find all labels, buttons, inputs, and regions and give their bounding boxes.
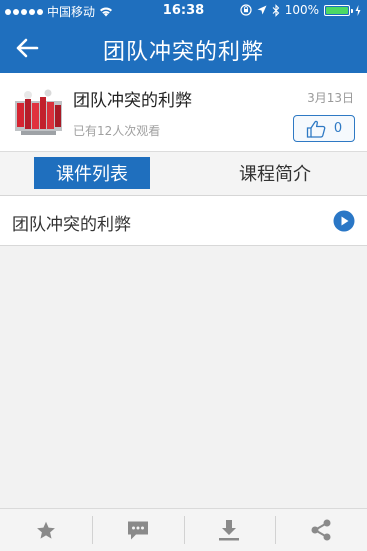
thumbs-up-icon <box>306 120 326 138</box>
star-icon <box>36 521 55 539</box>
download-button[interactable] <box>183 509 276 551</box>
bottom-toolbar <box>0 508 367 551</box>
page-title: 团队冲突的利弊 <box>102 40 264 65</box>
share-button[interactable] <box>275 509 367 551</box>
course-thumbnail-image <box>11 85 66 140</box>
course-info: 团队冲突的利弊 3月13日 已有12人次观看 0 <box>0 73 367 152</box>
course-views: 已有12人次观看 <box>73 124 161 138</box>
course-thumbnail <box>11 85 66 140</box>
rotation-lock-icon <box>240 4 252 16</box>
lesson-title: 团队冲突的利弊 <box>12 215 131 235</box>
download-icon <box>219 520 240 541</box>
tab-bar: 课件列表 课程简介 <box>0 152 367 196</box>
tab-lesson-list[interactable]: 课件列表 <box>34 157 150 189</box>
bluetooth-icon <box>272 3 279 17</box>
like-button[interactable]: 0 <box>293 115 355 142</box>
status-bar: 中国移动 16:38 100% <box>0 0 367 22</box>
nav-bar: 团队冲突的利弊 <box>0 22 367 73</box>
status-right: 100% <box>240 3 361 17</box>
battery-percent: 100% <box>284 3 319 17</box>
charging-icon <box>355 4 361 16</box>
course-date: 3月13日 <box>307 91 354 105</box>
lesson-list-item[interactable]: 团队冲突的利弊 <box>0 196 367 246</box>
tab-course-intro[interactable]: 课程简介 <box>215 157 335 189</box>
favorite-button[interactable] <box>0 509 92 551</box>
header: 中国移动 16:38 100% 团队冲突的利弊 <box>0 0 367 73</box>
share-icon <box>311 519 331 541</box>
comment-button[interactable] <box>91 509 184 551</box>
like-count: 0 <box>333 121 343 136</box>
course-title: 团队冲突的利弊 <box>73 91 192 111</box>
comment-icon <box>127 521 148 539</box>
location-icon <box>257 5 267 15</box>
play-icon[interactable] <box>333 210 355 232</box>
battery-icon <box>324 4 353 16</box>
